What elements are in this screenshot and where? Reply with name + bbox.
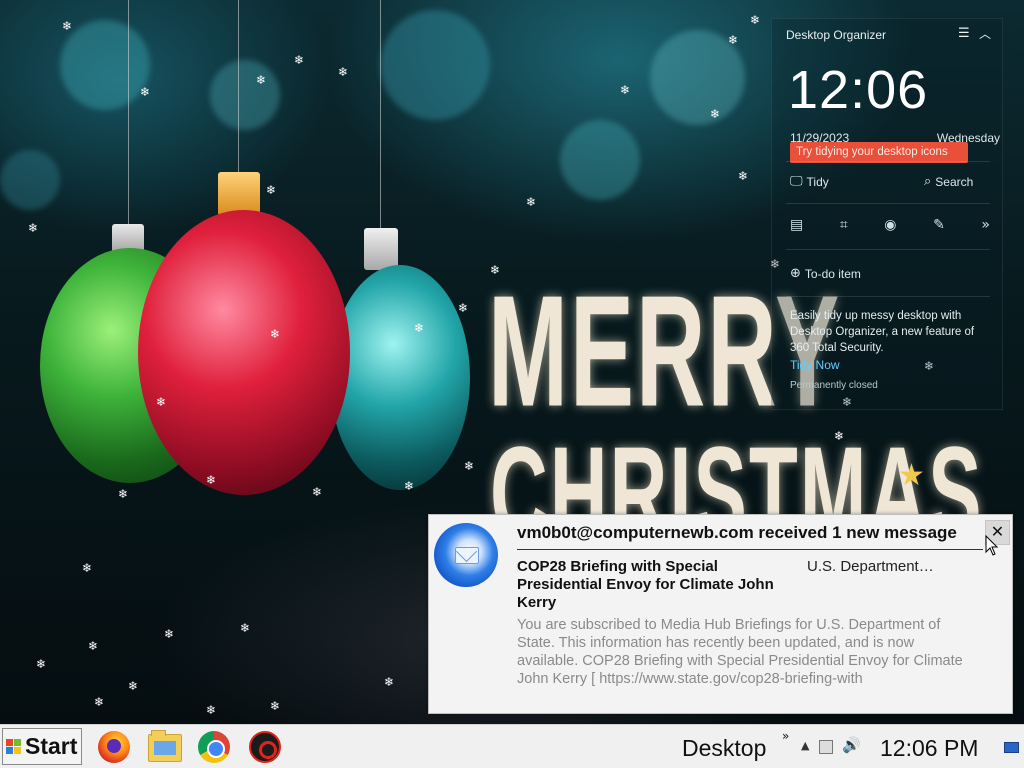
bokeh-light [0, 150, 60, 210]
snowflake-icon: ❄ [414, 321, 425, 335]
ornament-string [380, 0, 381, 232]
snowflake-icon: ❄ [128, 679, 139, 693]
crop-icon[interactable]: ⌗ [840, 217, 848, 233]
envelope-icon [455, 547, 479, 564]
snowflake-icon: ❄ [156, 395, 167, 409]
bokeh-light [560, 120, 640, 200]
snowflake-icon: ❄ [266, 183, 277, 197]
snowflake-icon: ❄ [834, 429, 845, 443]
message-subject: COP28 Briefing with Special Presidential… [517, 558, 774, 611]
bokeh-light [210, 60, 280, 130]
snowflake-icon: ❄ [464, 459, 475, 473]
eye-icon[interactable]: ◉ [884, 217, 896, 233]
snowflake-icon: ❄ [164, 627, 175, 641]
monitor-icon: 🖵 [790, 174, 803, 189]
start-label: Start [25, 733, 78, 759]
firefox-icon[interactable] [98, 731, 130, 763]
permanently-closed-link[interactable]: Permanently closed [790, 380, 878, 391]
snowflake-icon: ❄ [312, 485, 323, 499]
search-icon: ⌕ [924, 174, 932, 189]
snowflake-icon: ❄ [526, 195, 537, 209]
ornament-string [128, 0, 129, 228]
snowflake-icon: ❄ [118, 487, 129, 501]
network-icon[interactable] [819, 740, 833, 754]
snowflake-icon: ❄ [140, 85, 151, 99]
notification-title: vm0b0t@computernewb.com received 1 new m… [517, 523, 957, 542]
thunderbird-logo-icon [434, 523, 498, 587]
menu-icon[interactable]: ☰ [958, 26, 970, 41]
snowflake-icon: ❄ [750, 13, 761, 27]
bokeh-light [60, 20, 150, 110]
snowflake-icon: ❄ [270, 327, 281, 341]
message-preview: You are subscribed to Media Hub Briefing… [517, 617, 963, 687]
bokeh-light [380, 10, 490, 120]
organizer-divider [786, 249, 990, 250]
snowflake-icon: ❄ [94, 695, 105, 709]
organizer-clock: 12:06 [788, 60, 929, 120]
organizer-title: Desktop Organizer [786, 28, 887, 42]
message-sender: U.S. Department… [807, 558, 934, 575]
snowflake-icon: ❄ [256, 73, 267, 87]
snowflake-icon: ❄ [88, 639, 99, 653]
tidy-now-link[interactable]: Tidy Now [790, 358, 840, 372]
show-desktop-icon[interactable] [1004, 742, 1019, 753]
search-button[interactable]: ⌕ Search [924, 174, 973, 189]
start-button[interactable]: Start [2, 728, 82, 765]
organizer-divider [786, 203, 990, 204]
volume-icon[interactable]: 🔊 [842, 736, 861, 754]
windows-logo-icon [6, 738, 22, 755]
tray-expand-icon[interactable]: ▲ [801, 739, 809, 752]
taskbar: Start Desktop » ▲ 🔊 12:06 PM [0, 724, 1024, 768]
organizer-description: Easily tidy up messy desktop with Deskto… [790, 310, 975, 354]
memo-icon[interactable]: ✎ [933, 217, 945, 233]
desktop-toolbar-label[interactable]: Desktop [682, 735, 766, 762]
snowflake-icon: ❄ [490, 263, 501, 277]
ornament-cap [364, 228, 398, 270]
snowflake-icon: ❄ [62, 19, 73, 33]
notification-divider [517, 549, 983, 550]
snowflake-icon: ❄ [404, 479, 415, 493]
snowflake-icon: ❄ [294, 53, 305, 67]
organizer-divider [786, 161, 990, 162]
new-mail-notification[interactable]: vm0b0t@computernewb.com received 1 new m… [428, 514, 1013, 714]
snowflake-icon: ❄ [384, 675, 395, 689]
snowflake-icon: ❄ [206, 473, 217, 487]
todo-label: To-do item [804, 266, 861, 281]
chrome-icon[interactable] [198, 731, 230, 763]
plus-circle-icon: ⊕ [790, 266, 801, 281]
security-app-icon[interactable] [249, 731, 281, 763]
snowflake-icon: ❄ [738, 169, 749, 183]
snowflake-icon: ❄ [82, 561, 93, 575]
taskbar-clock[interactable]: 12:06 PM [880, 735, 978, 762]
notes-icon[interactable]: ▤ [790, 217, 803, 233]
file-explorer-icon[interactable] [148, 730, 182, 762]
tidy-label: Tidy [806, 174, 829, 189]
snowflake-icon: ❄ [710, 107, 721, 121]
snowflake-icon: ❄ [728, 33, 739, 47]
snowflake-icon: ❄ [338, 65, 349, 79]
add-todo-button[interactable]: ⊕ To-do item [790, 266, 861, 281]
snowflake-icon: ❄ [270, 699, 281, 713]
organizer-divider [786, 296, 990, 297]
snowflake-icon: ❄ [36, 657, 47, 671]
teal-ornament [330, 265, 470, 490]
snowflake-icon: ❄ [620, 83, 631, 97]
snowflake-icon: ❄ [206, 703, 217, 717]
red-ornament [138, 210, 350, 495]
snowflake-icon: ❄ [458, 301, 469, 315]
toolbar-overflow-icon[interactable]: » [782, 729, 789, 743]
search-label: Search [935, 174, 974, 189]
desktop-organizer-widget: Desktop Organizer ☰ ︿ 12:06 11/29/2023 W… [771, 18, 1003, 410]
tree-star-icon: ★ [898, 458, 925, 493]
mouse-cursor-icon [985, 535, 999, 556]
snowflake-icon: ❄ [28, 221, 39, 235]
ornament-string [238, 0, 239, 176]
forward-icon[interactable]: » [981, 217, 990, 233]
chevron-up-icon[interactable]: ︿ [979, 25, 991, 42]
tidy-button[interactable]: 🖵 Tidy [790, 174, 829, 189]
snowflake-icon: ❄ [240, 621, 251, 635]
organizer-toolbar: ▤ ⌗ ◉ ✎ » [790, 217, 990, 233]
tidy-tooltip: Try tidying your desktop icons [790, 142, 968, 163]
